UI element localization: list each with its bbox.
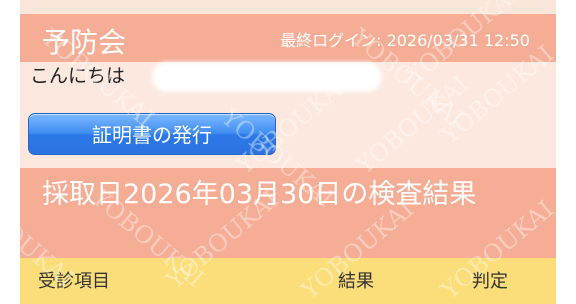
issue-certificate-button[interactable]: 証明書の発行	[28, 113, 276, 155]
last-login-timestamp: 最終ログイン: 2026/03/31 12:50	[280, 31, 530, 50]
column-header-judgment: 判定	[472, 271, 508, 292]
column-header-item: 受診項目	[38, 271, 110, 292]
column-header-result: 結果	[338, 271, 374, 292]
top-strip	[20, 0, 556, 14]
app-title: 予防会	[42, 26, 127, 59]
app-frame: 予防会 最終ログイン: 2026/03/31 12:50 こんにちは 証明書の発…	[20, 0, 556, 304]
greeting-text: こんにちは	[30, 65, 126, 87]
result-title: 採取日2026年03月30日の検査結果	[42, 179, 477, 210]
redacted-username	[152, 62, 382, 92]
